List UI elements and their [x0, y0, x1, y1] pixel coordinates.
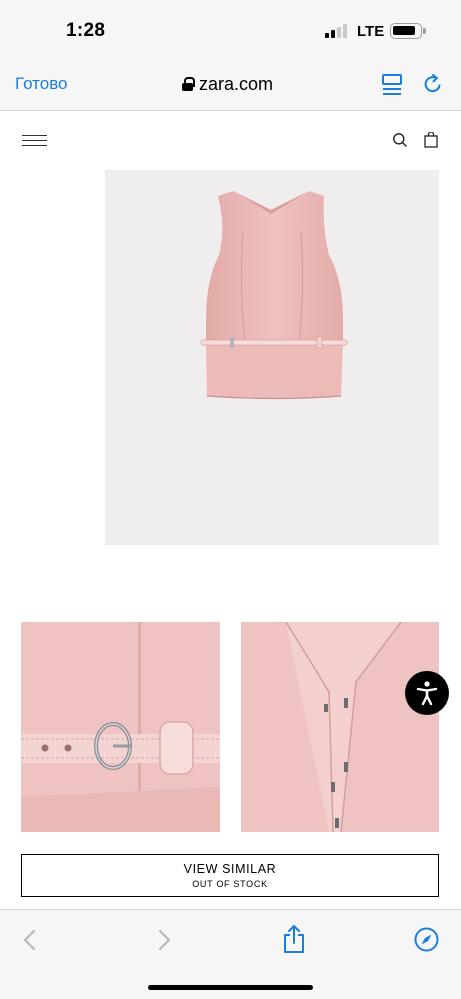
signal-icon [325, 24, 349, 38]
url-text: zara.com [199, 73, 274, 94]
view-similar-label: VIEW SIMILAR [183, 862, 277, 876]
share-icon[interactable] [282, 924, 306, 954]
status-bar: 1:28 LTE [0, 0, 461, 58]
bag-icon[interactable] [424, 132, 438, 148]
network-type: LTE [357, 23, 385, 40]
belt-buckle-illustration [21, 622, 220, 832]
view-similar-button[interactable]: VIEW SIMILAR OUT OF STOCK [21, 854, 439, 897]
search-icon[interactable] [392, 132, 408, 148]
stock-status: OUT OF STOCK [192, 879, 268, 889]
battery-icon [390, 23, 426, 39]
accessibility-button[interactable] [405, 671, 449, 715]
lock-icon [182, 77, 195, 91]
safari-toolbar [0, 909, 461, 999]
status-time: 1:28 [66, 20, 106, 41]
home-indicator [148, 985, 313, 990]
done-button[interactable]: Готово [15, 74, 68, 94]
safari-address-bar: Готово zara.com [0, 58, 461, 111]
menu-icon[interactable] [22, 133, 47, 147]
back-icon[interactable] [22, 929, 38, 951]
detail-image-closure[interactable] [241, 622, 439, 832]
reader-icon[interactable] [382, 74, 402, 96]
detail-image-belt[interactable] [21, 622, 220, 832]
hook-closure-illustration [241, 622, 439, 832]
reload-icon[interactable] [422, 73, 444, 95]
accessibility-icon [416, 681, 438, 706]
product-image[interactable] [105, 170, 439, 545]
compass-icon[interactable] [414, 927, 439, 952]
address-field[interactable]: zara.com [182, 72, 273, 96]
vest-illustration [200, 191, 348, 400]
forward-icon[interactable] [156, 929, 172, 951]
